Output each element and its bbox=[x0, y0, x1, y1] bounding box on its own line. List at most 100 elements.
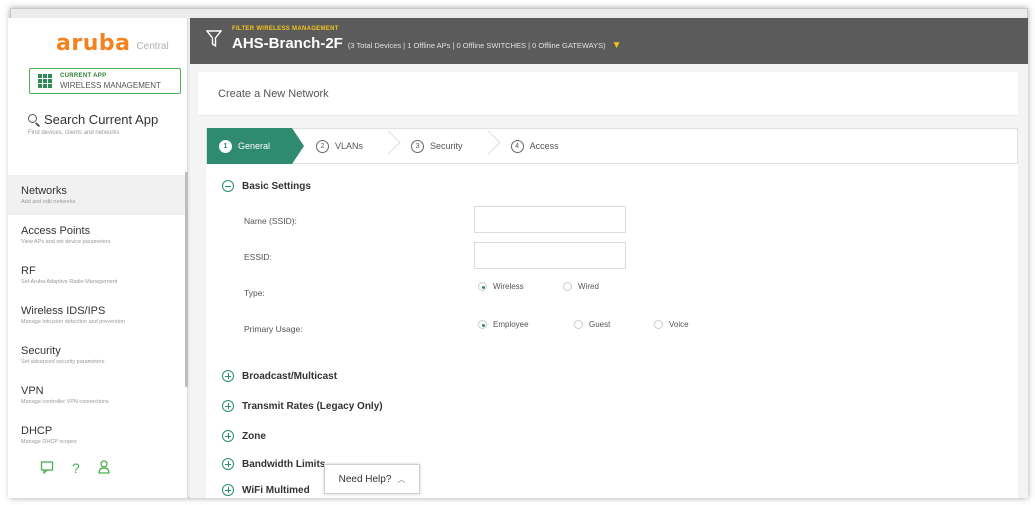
sidebar-item-networks[interactable]: Networks Add and edit networks bbox=[8, 175, 188, 215]
radio-label: Wired bbox=[578, 282, 599, 291]
expand-icon bbox=[222, 430, 234, 442]
section-title: Bandwidth Limits bbox=[242, 458, 326, 470]
chevron-up-icon: ︿ bbox=[397, 474, 406, 484]
usage-radio-voice[interactable]: Voice bbox=[654, 320, 689, 329]
step-label: General bbox=[238, 141, 271, 151]
sidebar-item-vpn[interactable]: VPN Manage controller VPN connections bbox=[8, 375, 188, 415]
radio-label: Guest bbox=[589, 320, 611, 329]
section-wifi-multimedia[interactable]: WiFi Multimed bbox=[222, 484, 310, 496]
page-title: Create a New Network bbox=[218, 88, 329, 100]
sidebar-item-subtitle: Set Aruba Adaptive Radio Management bbox=[21, 279, 118, 285]
sidebar-item-rf[interactable]: RF Set Aruba Adaptive Radio Management bbox=[8, 255, 188, 295]
group-filter[interactable]: AHS-Branch-2F (3 Total Devices | 1 Offli… bbox=[232, 35, 622, 52]
help-icon[interactable]: ? bbox=[72, 460, 80, 476]
sidebar-item-title: RF bbox=[21, 265, 36, 277]
search-subtitle: Find devices, clients and networks bbox=[28, 130, 120, 136]
sidebar-item-security[interactable]: Security Set advanced security parameter… bbox=[8, 335, 188, 375]
user-icon[interactable] bbox=[98, 460, 110, 474]
page-title-bar: Create a New Network bbox=[198, 72, 1018, 116]
filter-label: FILTER WIRELESS MANAGEMENT bbox=[232, 26, 339, 32]
step-number: 4 bbox=[510, 139, 524, 153]
usage-radio-guest[interactable]: Guest bbox=[574, 320, 610, 329]
current-app-name: WIRELESS MANAGEMENT bbox=[60, 81, 161, 90]
radio-selected-icon bbox=[478, 282, 487, 291]
radio-label: Voice bbox=[669, 320, 689, 329]
app-grid-icon bbox=[38, 74, 52, 88]
section-basic-settings[interactable]: Basic Settings bbox=[222, 180, 311, 192]
filter-icon[interactable] bbox=[206, 30, 222, 48]
type-radio-wireless[interactable]: Wireless bbox=[478, 282, 524, 291]
sidebar-item-subtitle: View APs and set device parameters bbox=[21, 239, 111, 245]
sidebar-item-wireless-ids-ips[interactable]: Wireless IDS/IPS Manage intrusion detect… bbox=[8, 295, 188, 335]
sidebar-item-subtitle: Set advanced security parameters bbox=[21, 359, 105, 365]
sidebar-item-subtitle: Manage intrusion detection and preventio… bbox=[21, 319, 125, 325]
aruba-logo[interactable]: aruba bbox=[56, 31, 130, 56]
radio-icon bbox=[654, 320, 663, 329]
essid-input[interactable] bbox=[474, 242, 626, 269]
section-zone[interactable]: Zone bbox=[222, 430, 266, 442]
radio-icon bbox=[574, 320, 583, 329]
step-label: VLANs bbox=[335, 141, 364, 151]
brand-product: Central bbox=[136, 40, 169, 52]
step-number: 2 bbox=[316, 139, 330, 153]
usage-radio-employee[interactable]: Employee bbox=[478, 320, 529, 329]
top-header: FILTER WIRELESS MANAGEMENT AHS-Branch-2F… bbox=[190, 18, 1028, 64]
network-form: Basic Settings Name (SSID): ESSID: Type:… bbox=[206, 164, 1018, 498]
name-label: Name (SSID): bbox=[244, 216, 297, 226]
sidebar-item-title: Access Points bbox=[21, 225, 91, 237]
chevron-down-icon[interactable]: ▼ bbox=[612, 40, 622, 51]
chat-icon[interactable] bbox=[40, 460, 54, 474]
sidebar-item-subtitle: Manage DHCP scopes bbox=[21, 439, 77, 445]
current-app-label: CURRENT APP bbox=[60, 73, 107, 79]
radio-selected-icon bbox=[478, 320, 487, 329]
sidebar-item-title: Security bbox=[21, 345, 61, 357]
search-current-app[interactable]: Search Current App Find devices, clients… bbox=[8, 94, 187, 164]
step-number: 3 bbox=[411, 139, 425, 153]
expand-icon bbox=[222, 484, 234, 496]
collapse-icon bbox=[222, 180, 234, 192]
sidebar-item-dhcp[interactable]: DHCP Manage DHCP scopes bbox=[8, 415, 188, 455]
sidebar-item-subtitle: Add and edit networks bbox=[21, 199, 76, 205]
sidebar-item-title: DHCP bbox=[21, 425, 53, 437]
section-title: Zone bbox=[242, 430, 266, 442]
step-label: Access bbox=[529, 141, 559, 151]
section-bandwidth-limits[interactable]: Bandwidth Limits bbox=[222, 458, 325, 470]
step-number: 1 bbox=[219, 139, 232, 153]
section-title: WiFi Multimed bbox=[242, 484, 310, 496]
need-help-button[interactable]: Need Help? ︿ bbox=[324, 464, 420, 494]
main-content: Create a New Network 1 General 2 VLANs 3… bbox=[190, 64, 1028, 498]
group-title: AHS-Branch-2F bbox=[232, 35, 343, 52]
sidebar-item-subtitle: Manage controller VPN connections bbox=[21, 399, 109, 405]
section-title: Basic Settings bbox=[242, 180, 311, 192]
sidebar-item-access-points[interactable]: Access Points View APs and set device pa… bbox=[8, 215, 188, 255]
type-radio-wired[interactable]: Wired bbox=[563, 282, 599, 291]
search-icon bbox=[28, 113, 40, 126]
ssid-name-input[interactable] bbox=[474, 206, 626, 233]
sidebar-footer: ? bbox=[40, 460, 110, 476]
radio-icon bbox=[563, 282, 572, 291]
expand-icon bbox=[222, 370, 234, 382]
brand: aruba Central bbox=[8, 18, 187, 68]
radio-label: Wireless bbox=[493, 282, 524, 291]
expand-icon bbox=[222, 458, 234, 470]
step-security[interactable]: 3 Security bbox=[397, 128, 497, 164]
search-title: Search Current App bbox=[44, 112, 159, 127]
step-vlans[interactable]: 2 VLANs bbox=[302, 128, 397, 164]
device-summary: (3 Total Devices | 1 Offline APs | 0 Off… bbox=[347, 41, 606, 50]
type-label: Type: bbox=[244, 288, 265, 298]
current-app-switcher[interactable]: CURRENT APP WIRELESS MANAGEMENT bbox=[29, 68, 181, 94]
step-general[interactable]: 1 General bbox=[207, 128, 305, 164]
radio-label: Employee bbox=[493, 320, 529, 329]
sidebar-item-title: Networks bbox=[21, 185, 67, 197]
expand-icon bbox=[222, 400, 234, 412]
step-label: Security bbox=[430, 141, 463, 151]
section-broadcast-multicast[interactable]: Broadcast/Multicast bbox=[222, 370, 337, 382]
section-title: Broadcast/Multicast bbox=[242, 370, 338, 382]
wizard-steps: 1 General 2 VLANs 3 Security 4 Access bbox=[206, 128, 1018, 164]
need-help-label: Need Help? bbox=[338, 473, 392, 485]
essid-label: ESSID: bbox=[244, 252, 272, 262]
step-access[interactable]: 4 Access bbox=[497, 128, 573, 164]
sidebar-scrollbar[interactable] bbox=[185, 172, 188, 387]
section-transmit-rates[interactable]: Transmit Rates (Legacy Only) bbox=[222, 400, 383, 412]
section-title: Transmit Rates (Legacy Only) bbox=[242, 400, 383, 412]
